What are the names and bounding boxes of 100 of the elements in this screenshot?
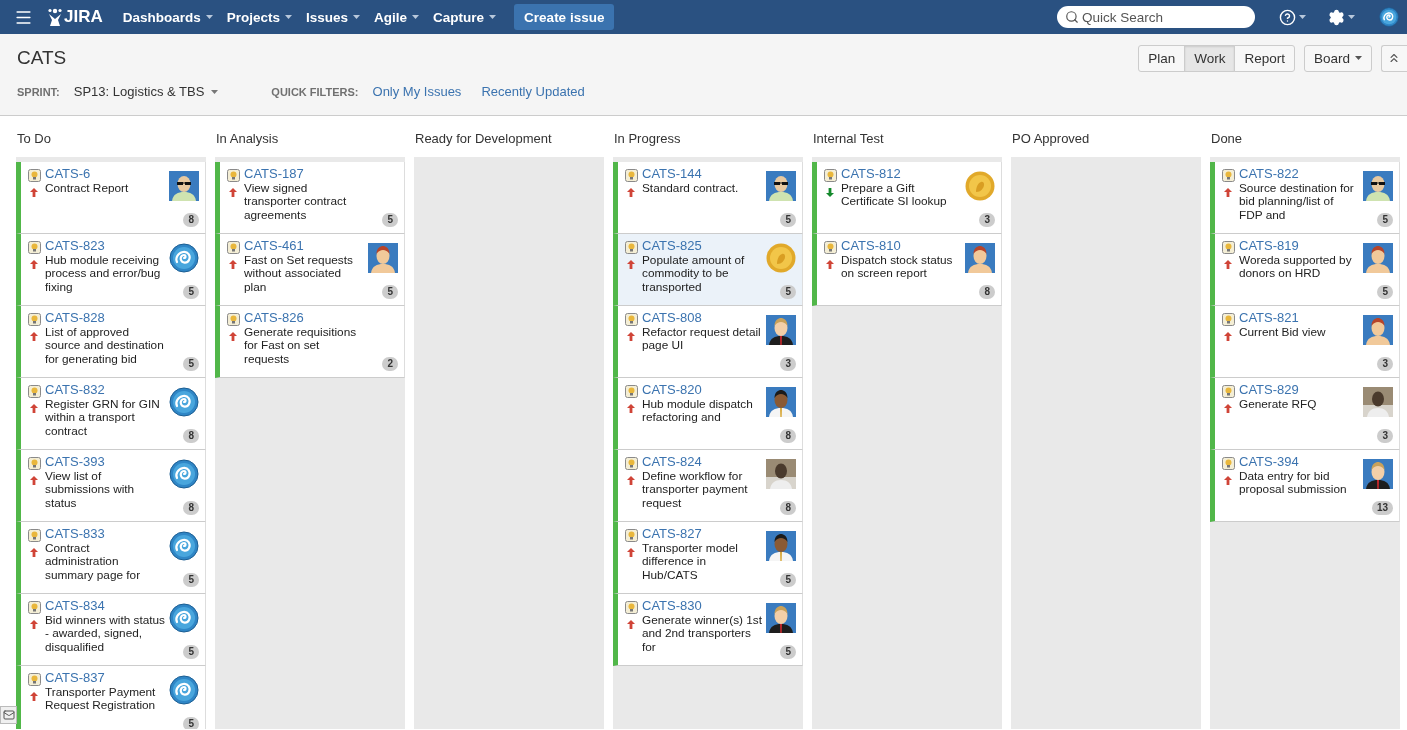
- issue-key-link[interactable]: CATS-830: [642, 599, 702, 613]
- issue-key-link[interactable]: CATS-393: [45, 455, 105, 469]
- estimate-badge: 8: [780, 429, 796, 443]
- quick-filter-link[interactable]: Only My Issues: [372, 84, 462, 99]
- nav-menu[interactable]: Issues: [306, 9, 361, 25]
- issue-card[interactable]: CATS-821 Current Bid view 3: [1210, 306, 1400, 378]
- issue-key-link[interactable]: CATS-461: [244, 239, 304, 253]
- jira-logo[interactable]: JIRA: [47, 7, 103, 27]
- issue-key-link[interactable]: CATS-187: [244, 167, 304, 181]
- issue-card[interactable]: CATS-824 Define workflow for transporter payment request 8: [613, 450, 803, 522]
- nav-menu[interactable]: Dashboards: [122, 9, 213, 25]
- column-header: Internal Test: [812, 131, 885, 148]
- issue-card[interactable]: CATS-144 Standard contract. 5: [613, 162, 803, 234]
- issue-card[interactable]: CATS-461 Fast on Set requests without associated plan 5: [215, 234, 405, 306]
- estimate-badge: 5: [780, 573, 796, 587]
- lightbulb-icon: [1221, 241, 1235, 254]
- issue-card[interactable]: CATS-833 Contract administration summary page for 5: [16, 522, 206, 594]
- column-header: In Progress: [613, 131, 682, 148]
- issue-card[interactable]: CATS-827 Transporter model difference in Hub/CATS 5: [613, 522, 803, 594]
- issue-key-link[interactable]: CATS-823: [45, 239, 105, 253]
- issue-key-link[interactable]: CATS-829: [1239, 383, 1299, 397]
- estimate-badge: 3: [1377, 429, 1393, 443]
- caret-icon: [1355, 56, 1362, 60]
- user-avatar[interactable]: [1379, 7, 1399, 27]
- issue-key-link[interactable]: CATS-819: [1239, 239, 1299, 253]
- estimate-badge: 5: [780, 285, 796, 299]
- issue-key-link[interactable]: CATS-828: [45, 311, 105, 325]
- issue-card[interactable]: CATS-828 List of approved source and destination for generating bid 5: [16, 306, 206, 378]
- issue-card[interactable]: CATS-394 Data entry for bid proposal submission 13: [1210, 450, 1400, 522]
- issue-key-link[interactable]: CATS-144: [642, 167, 702, 181]
- column-header: Done: [1210, 131, 1244, 148]
- issue-key-link[interactable]: CATS-820: [642, 383, 702, 397]
- view-tab[interactable]: Work: [1184, 44, 1236, 72]
- column-header: PO Approved: [1011, 131, 1091, 148]
- issue-key-link[interactable]: CATS-833: [45, 527, 105, 541]
- issue-card[interactable]: CATS-834 Bid winners with status - awarded, signed, disqualified 5: [16, 594, 206, 666]
- lightbulb-icon: [624, 241, 638, 254]
- caret-icon: [285, 15, 293, 19]
- feedback-button[interactable]: [0, 706, 17, 724]
- issue-card[interactable]: CATS-810 Dispatch stock status on screen report 8: [812, 234, 1002, 306]
- settings-icon[interactable]: [1328, 8, 1355, 26]
- quick-filters-label: QUICK FILTERS:: [271, 85, 359, 98]
- lightbulb-icon: [27, 241, 41, 254]
- issue-key-link[interactable]: CATS-812: [841, 167, 901, 181]
- issue-key-link[interactable]: CATS-832: [45, 383, 105, 397]
- issue-card[interactable]: CATS-823 Hub module receiving process and error/bug fixing 5: [16, 234, 206, 306]
- lightbulb-icon: [226, 169, 240, 182]
- issue-key-link[interactable]: CATS-808: [642, 311, 702, 325]
- estimate-badge: 13: [1371, 501, 1393, 515]
- issue-key-link[interactable]: CATS-837: [45, 671, 105, 685]
- issue-card[interactable]: CATS-837 Transporter Payment Request Registration 5: [16, 666, 206, 729]
- issue-card[interactable]: CATS-812 Prepare a Gift Certificate SI lookup 3: [812, 162, 1002, 234]
- issue-summary: View list of submissions with status: [45, 469, 136, 510]
- caret-icon: [412, 15, 420, 19]
- issue-key-link[interactable]: CATS-821: [1239, 311, 1299, 325]
- issue-card[interactable]: CATS-822 Source destination for bid planning/list of FDP and 5: [1210, 162, 1400, 234]
- estimate-badge: 5: [1377, 285, 1393, 299]
- collapse-button[interactable]: [1381, 44, 1407, 72]
- nav-menu[interactable]: Agile: [374, 9, 420, 25]
- issue-key-link[interactable]: CATS-810: [841, 239, 901, 253]
- issue-key-link[interactable]: CATS-825: [642, 239, 702, 253]
- estimate-badge: 2: [382, 357, 398, 371]
- quick-filter-link[interactable]: Recently Updated: [481, 84, 585, 99]
- issue-summary: Transporter model difference in Hub/CATS: [642, 541, 739, 582]
- issue-card[interactable]: CATS-829 Generate RFQ 3: [1210, 378, 1400, 450]
- issue-card[interactable]: CATS-808 Refactor request detail page UI 3: [613, 306, 803, 378]
- issue-card[interactable]: CATS-826 Generate requisitions for Fast on set requests 2: [215, 306, 405, 378]
- caret-icon: [1299, 15, 1306, 19]
- issue-key-link[interactable]: CATS-6: [45, 167, 91, 181]
- view-tab[interactable]: Plan: [1138, 44, 1186, 72]
- create-issue-button[interactable]: Create issue: [514, 4, 615, 30]
- issue-summary: Source destination for bid planning/list of FDP and: [1239, 181, 1355, 222]
- issue-card[interactable]: CATS-819 Woreda supported by donors on HRD 5: [1210, 234, 1400, 306]
- nav-menu[interactable]: Capture: [433, 9, 497, 25]
- issue-key-link[interactable]: CATS-824: [642, 455, 702, 469]
- estimate-badge: 5: [780, 213, 796, 227]
- issue-card[interactable]: CATS-6 Contract Report 8: [16, 162, 206, 234]
- issue-key-link[interactable]: CATS-827: [642, 527, 702, 541]
- issue-key-link[interactable]: CATS-394: [1239, 455, 1299, 469]
- issue-key-link[interactable]: CATS-822: [1239, 167, 1299, 181]
- estimate-badge: 5: [183, 645, 199, 659]
- issue-summary: Define workflow for transporter payment request: [642, 469, 749, 510]
- search-field[interactable]: Quick Search: [1057, 6, 1255, 28]
- issue-summary: Current Bid view: [1239, 325, 1327, 339]
- issue-summary: Generate requisitions for Fast on set requests: [244, 325, 358, 366]
- issue-card[interactable]: CATS-830 Generate winner(s) 1st and 2nd transporters for 5: [613, 594, 803, 666]
- issue-card[interactable]: CATS-832 Register GRN for GIN within a transport contract 8: [16, 378, 206, 450]
- board-menu-button[interactable]: Board: [1303, 44, 1372, 72]
- estimate-badge: 5: [183, 357, 199, 371]
- sprint-selector[interactable]: SP13: Logistics & TBS: [73, 84, 219, 99]
- view-tab[interactable]: Report: [1234, 44, 1295, 72]
- issue-key-link[interactable]: CATS-826: [244, 311, 304, 325]
- issue-card[interactable]: CATS-393 View list of submissions with status 8: [16, 450, 206, 522]
- issue-card[interactable]: CATS-820 Hub module dispatch refactoring and 8: [613, 378, 803, 450]
- issue-key-link[interactable]: CATS-834: [45, 599, 105, 613]
- lightbulb-icon: [226, 241, 240, 254]
- issue-card[interactable]: CATS-825 Populate amount of commodity to be transported 5: [613, 234, 803, 306]
- issue-card[interactable]: CATS-187 View signed transporter contract agreements 5: [215, 162, 405, 234]
- help-icon[interactable]: [1279, 8, 1306, 26]
- nav-menu[interactable]: Projects: [226, 9, 293, 25]
